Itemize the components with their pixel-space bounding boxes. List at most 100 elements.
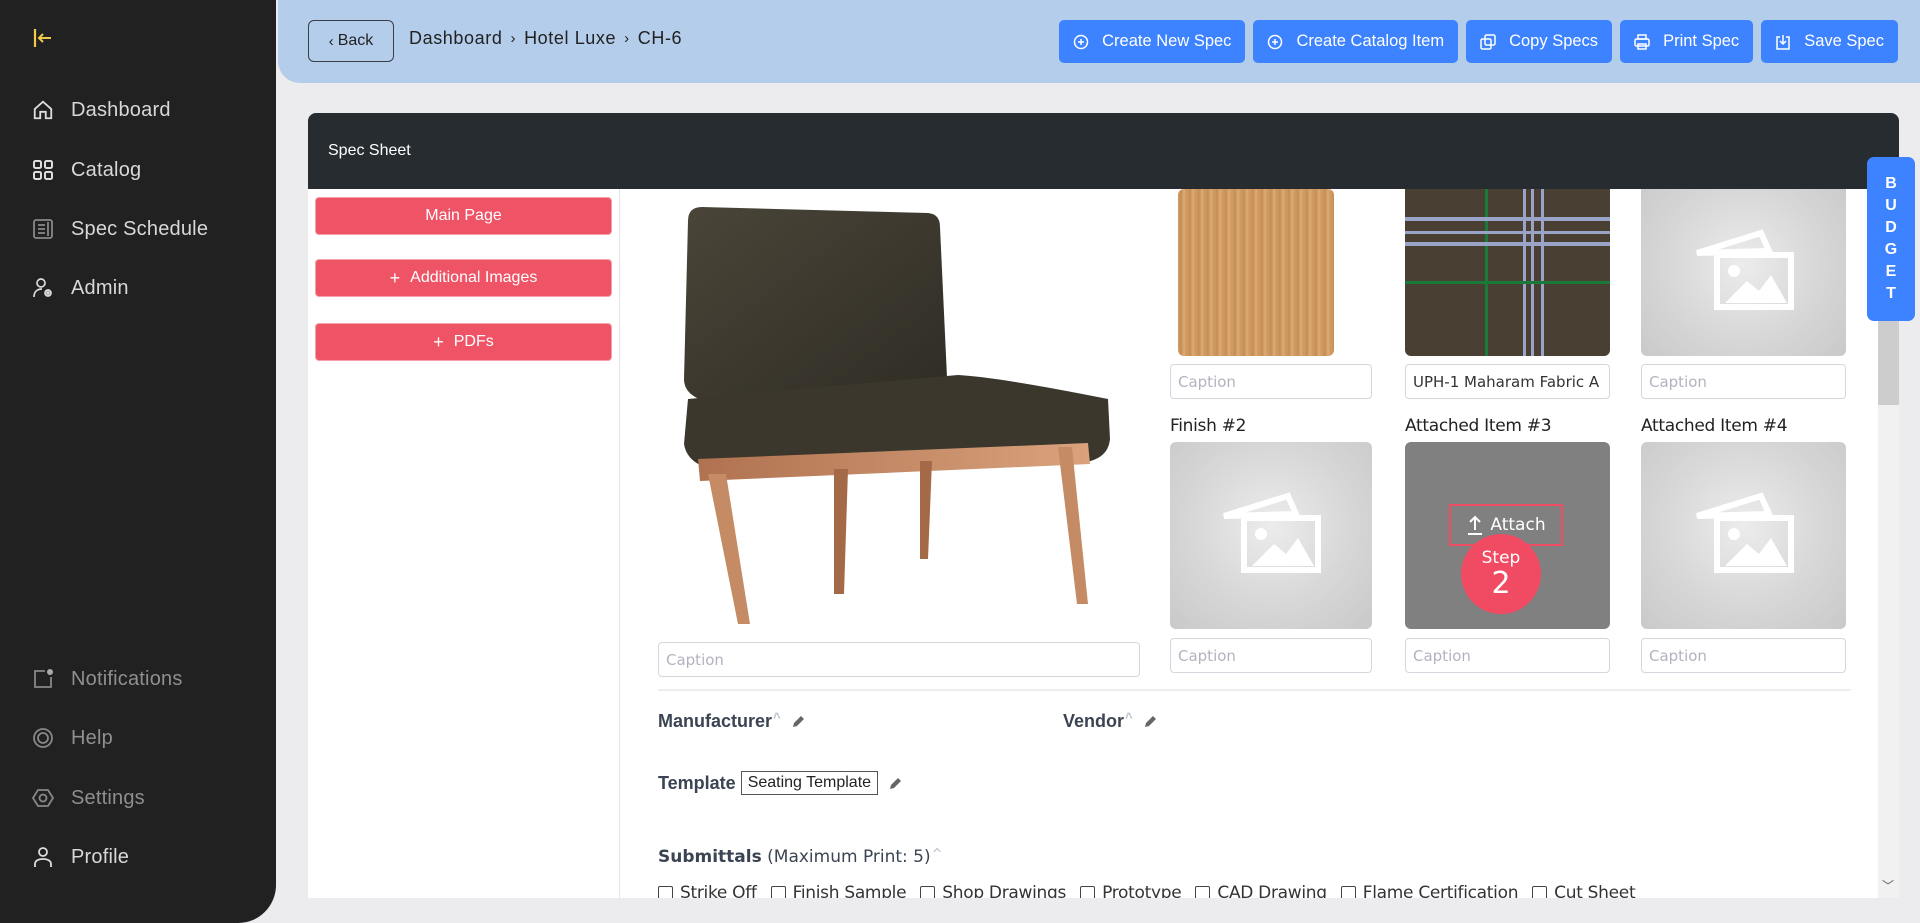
notification-icon — [31, 667, 55, 691]
caret-up-icon[interactable]: ^ — [773, 710, 781, 725]
breadcrumb-dashboard[interactable]: Dashboard — [409, 28, 502, 49]
breadcrumb-project[interactable]: Hotel Luxe — [524, 28, 616, 49]
create-new-spec-button[interactable]: Create New Spec — [1059, 20, 1246, 63]
user-icon — [31, 845, 55, 869]
edit-manufacturer-icon[interactable] — [791, 714, 806, 729]
sidebar-item-admin[interactable]: Admin — [31, 273, 129, 303]
sidebar-item-profile[interactable]: Profile — [31, 842, 129, 872]
sidebar-item-label: Notifications — [71, 667, 183, 690]
budget-letter: T — [1886, 285, 1896, 302]
attached-item-placeholder[interactable] — [1641, 189, 1846, 356]
pdfs-button[interactable]: + PDFs — [315, 323, 612, 361]
plus-icon: + — [433, 331, 444, 352]
print-spec-button[interactable]: Print Spec — [1620, 20, 1754, 63]
save-spec-button[interactable]: Save Spec — [1761, 20, 1898, 63]
checkbox-label: Flame Certification — [1362, 883, 1519, 898]
spec-sheet-title: Spec Sheet — [328, 142, 411, 159]
chevron-right-icon: › — [624, 30, 630, 47]
attached-item-3-label: Attached Item #3 — [1405, 416, 1552, 436]
upload-icon — [1466, 515, 1484, 535]
submittals-options: Strike Off Finish Sample Shop Drawings P… — [658, 883, 1636, 898]
template-field: Template Seating Template — [658, 771, 903, 795]
budget-letter: B — [1885, 175, 1897, 192]
main-product-image[interactable] — [658, 199, 1128, 629]
collapse-sidebar-icon[interactable] — [33, 28, 53, 48]
submittal-shop-drawings-checkbox[interactable]: Shop Drawings — [920, 883, 1066, 898]
budget-letter: G — [1884, 241, 1898, 258]
step-label: Step — [1481, 548, 1521, 568]
budget-letter: E — [1885, 263, 1897, 280]
main-image-caption-input[interactable] — [658, 642, 1140, 677]
back-button[interactable]: ‹ Back — [308, 20, 394, 62]
checkbox[interactable] — [920, 885, 936, 898]
copy-icon — [1480, 33, 1496, 50]
checkbox[interactable] — [1080, 885, 1096, 898]
attached-item-4-caption-input[interactable] — [1641, 638, 1846, 673]
sidebar-item-catalog[interactable]: Catalog — [31, 155, 141, 185]
spec-sheet-body: Main Page + Additional Images + PDFs Cap… — [308, 189, 1878, 898]
fabric-caption-input[interactable] — [1405, 364, 1610, 399]
budget-tab[interactable]: B U D G E T — [1867, 157, 1915, 321]
checkbox-label: Shop Drawings — [942, 883, 1067, 898]
document-icon — [31, 217, 55, 241]
template-label: Template — [658, 772, 736, 793]
spec-sheet-header: Spec Sheet — [308, 113, 1899, 189]
submittal-cad-drawing-checkbox[interactable]: CAD Drawing — [1195, 883, 1327, 898]
button-label: Create Catalog Item — [1296, 32, 1445, 50]
chevron-down-icon[interactable]: ﹀ — [1882, 877, 1894, 894]
submittal-finish-sample-checkbox[interactable]: Finish Sample — [770, 883, 907, 898]
submittal-strike-off-checkbox[interactable]: Strike Off — [658, 883, 757, 898]
checkbox[interactable] — [770, 885, 786, 898]
finish-1-caption-input[interactable] — [1170, 364, 1372, 399]
attached-item-caption-input[interactable] — [1641, 364, 1846, 399]
sidebar-item-label: Catalog — [71, 158, 142, 181]
finish-2-image-placeholder[interactable] — [1170, 442, 1372, 629]
grid-icon — [31, 158, 55, 182]
chevron-right-icon: › — [510, 30, 517, 47]
edit-vendor-icon[interactable] — [1143, 714, 1158, 729]
image-placeholder-icon — [1689, 488, 1799, 583]
submittal-flame-certification-checkbox[interactable]: Flame Certification — [1340, 883, 1519, 898]
lifebuoy-icon — [31, 726, 55, 750]
sidebar-item-label: Admin — [71, 276, 129, 299]
step-badge: Step 2 — [1461, 534, 1541, 614]
main-page-button[interactable]: Main Page — [315, 197, 612, 235]
copy-specs-button[interactable]: Copy Specs — [1466, 20, 1613, 63]
image-placeholder-icon — [1216, 488, 1326, 583]
submittal-prototype-checkbox[interactable]: Prototype — [1080, 883, 1182, 898]
chevron-left-icon: ‹ — [328, 32, 334, 50]
sidebar-item-spec-schedule[interactable]: Spec Schedule — [31, 214, 208, 244]
plus-icon: + — [389, 267, 401, 288]
fabric-image[interactable] — [1405, 189, 1610, 356]
button-label: Copy Specs — [1509, 32, 1599, 50]
vendor-label: Vendor — [1063, 711, 1125, 731]
spec-sheet-nav: Main Page + Additional Images + PDFs — [308, 189, 620, 898]
step-number: 2 — [1491, 566, 1511, 601]
finish-2-caption-input[interactable] — [1170, 638, 1372, 673]
caret-up-icon[interactable]: ^ — [1125, 710, 1133, 725]
attached-item-3-caption-input[interactable] — [1405, 638, 1610, 673]
attached-item-4-image-placeholder[interactable] — [1641, 442, 1846, 629]
sidebar-item-label: Profile — [71, 845, 130, 868]
checkbox-label: Prototype — [1102, 883, 1182, 898]
additional-images-button[interactable]: + Additional Images — [315, 259, 612, 297]
sidebar-item-settings[interactable]: Settings — [31, 783, 145, 813]
sidebar-item-label: Spec Schedule — [71, 217, 209, 240]
back-label: Back — [337, 32, 374, 49]
caret-up-icon[interactable]: ^ — [932, 847, 943, 862]
checkbox[interactable] — [1195, 885, 1211, 898]
finish-1-image[interactable] — [1178, 189, 1334, 356]
checkbox[interactable] — [1532, 885, 1548, 898]
create-catalog-item-button[interactable]: Create Catalog Item — [1253, 20, 1459, 63]
sidebar-item-help[interactable]: Help — [31, 723, 113, 753]
sidebar-item-dashboard[interactable]: Dashboard — [31, 95, 171, 125]
submittal-cut-sheet-checkbox[interactable]: Cut Sheet — [1532, 883, 1636, 898]
submittals-note: (Maximum Print: 5) — [767, 847, 931, 867]
checkbox[interactable] — [658, 885, 673, 898]
checkbox[interactable] — [1340, 885, 1356, 898]
attached-item-3-dropzone[interactable]: Attach Step 2 — [1405, 442, 1610, 629]
template-value[interactable]: Seating Template — [740, 771, 879, 795]
sidebar-item-notifications[interactable]: Notifications — [31, 664, 183, 694]
checkbox-label: Finish Sample — [792, 883, 907, 898]
edit-template-icon[interactable] — [888, 776, 903, 791]
